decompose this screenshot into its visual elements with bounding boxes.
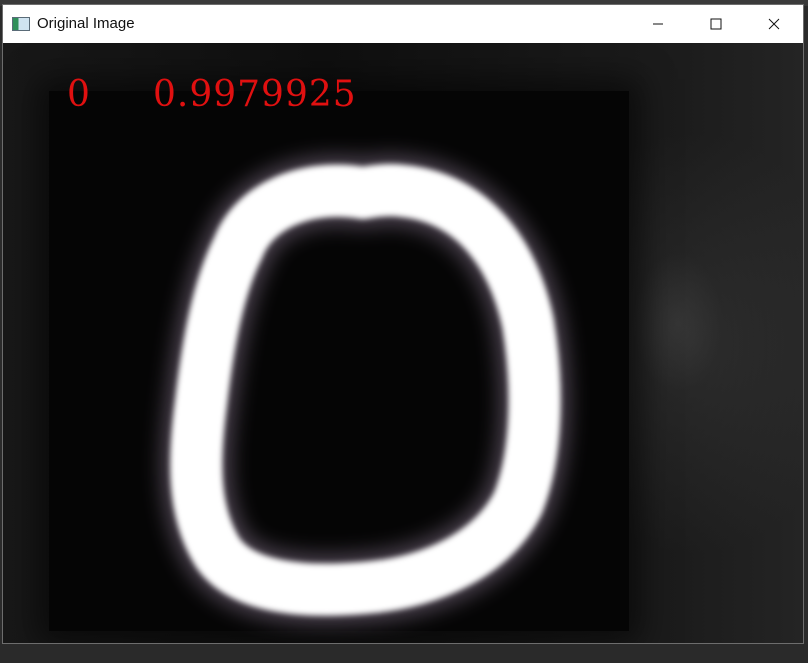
handwritten-digit bbox=[161, 155, 570, 625]
window-title: Original Image bbox=[37, 15, 135, 32]
predicted-label: 0 bbox=[67, 74, 91, 115]
close-button[interactable] bbox=[745, 5, 803, 43]
taskbar-edge bbox=[0, 644, 808, 663]
close-icon bbox=[768, 18, 780, 30]
minimize-button[interactable] bbox=[629, 5, 687, 43]
maximize-button[interactable] bbox=[687, 5, 745, 43]
title-bar[interactable]: Original Image bbox=[3, 5, 803, 43]
camera-image: 0 0.9979925 bbox=[3, 43, 803, 643]
prediction-confidence: 0.9979925 bbox=[153, 74, 357, 115]
opencv-window-icon bbox=[12, 17, 30, 31]
minimize-icon bbox=[653, 23, 663, 25]
maximize-icon bbox=[710, 18, 722, 30]
image-window: Original Image 0 0.9979925 bbox=[2, 4, 804, 644]
